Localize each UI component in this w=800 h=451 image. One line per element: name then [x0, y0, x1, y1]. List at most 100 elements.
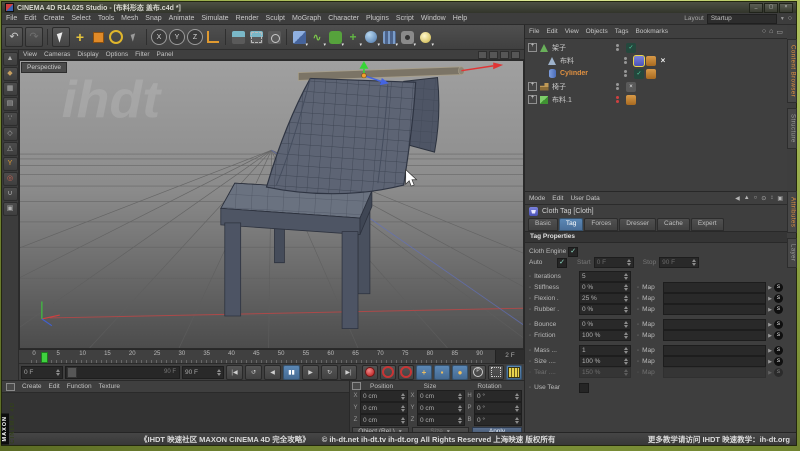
coordinate-system-icon[interactable] [205, 28, 221, 46]
property-value-field[interactable]: 0 % [579, 304, 631, 315]
maximize-button[interactable]: ▢ [764, 2, 778, 13]
orbit-icon[interactable] [489, 50, 498, 59]
dock-tab-attributes[interactable]: Attributes [786, 191, 797, 234]
cache-tag-icon[interactable] [646, 68, 656, 79]
dock-tab-content-browser[interactable]: Content Browser [786, 39, 797, 104]
frame-tick-45[interactable]: 45 [253, 351, 260, 363]
xcross-tag-icon[interactable]: × [626, 81, 636, 92]
play-loop-button[interactable]: ↻ [321, 364, 338, 380]
anim-dot-icon[interactable]: ◦ [637, 307, 639, 313]
map-field[interactable] [663, 345, 767, 356]
am-menu-user-data[interactable]: User Data [570, 195, 599, 202]
chevron-right-icon[interactable]: ▶ [768, 348, 772, 354]
render-settings-icon[interactable] [266, 28, 282, 46]
viewport[interactable]: ihdt Perspective [19, 60, 524, 349]
current-frame-field[interactable]: 2 F [495, 350, 524, 363]
render-region-icon[interactable] [248, 28, 264, 46]
rotate-icon[interactable] [108, 28, 124, 46]
object-name[interactable]: 布料.1 [552, 95, 614, 105]
anim-dot-icon[interactable]: ◦ [529, 307, 531, 313]
menu-window[interactable]: Window [421, 15, 446, 22]
undo-icon[interactable]: ↶ [5, 27, 23, 47]
render-view-icon[interactable] [230, 28, 246, 46]
chevron-right-icon[interactable]: ▶ [768, 333, 772, 339]
menu-help[interactable]: Help [453, 15, 467, 22]
coordinate-field-x[interactable]: 0 cm [417, 390, 465, 402]
map-field[interactable] [663, 356, 767, 367]
camera-icon[interactable]: ▾ [399, 28, 416, 48]
chevron-right-icon[interactable]: ▶ [768, 285, 772, 291]
points-mode-icon[interactable]: ∵ [2, 112, 18, 126]
chevron-right-icon[interactable]: ▶ [768, 359, 772, 365]
range-slider-handle[interactable] [67, 366, 77, 378]
om-menu-objects[interactable]: Objects [586, 28, 608, 35]
menu-script[interactable]: Script [396, 15, 414, 22]
material-menu-function[interactable]: Function [67, 383, 92, 390]
object-name[interactable]: Cylinder [560, 70, 622, 77]
property-value-field[interactable]: 5 [579, 271, 631, 282]
object-row-布料-1[interactable]: + 布料.1 [525, 93, 787, 106]
map-field[interactable] [663, 293, 767, 304]
z-axis-lock-icon[interactable]: Z [187, 28, 203, 46]
chevron-right-icon[interactable]: ▶ [768, 370, 772, 376]
am-menu-mode[interactable]: Mode [529, 195, 545, 202]
pan-icon[interactable] [478, 50, 487, 59]
material-menu-create[interactable]: Create [22, 383, 42, 390]
start-field[interactable]: 0 F [593, 257, 634, 268]
menu-create[interactable]: Create [43, 15, 64, 22]
coordinate-field-z[interactable]: 0 cm [360, 414, 408, 426]
om-menu-view[interactable]: View [565, 28, 579, 35]
tab-dresser[interactable]: Dresser [619, 218, 657, 231]
om-menu-edit[interactable]: Edit [546, 28, 557, 35]
panel-icon[interactable]: ▣ [777, 195, 783, 202]
spline-curve-icon[interactable]: s [774, 357, 783, 366]
property-value-field[interactable]: 25 % [579, 293, 631, 304]
menu-mograph[interactable]: MoGraph [292, 15, 321, 22]
timeline-range-slider[interactable]: 90 F [65, 365, 180, 379]
primitive-cube-icon[interactable]: ▾ [291, 28, 308, 48]
menu-edit[interactable]: Edit [24, 15, 36, 22]
nav-back-icon[interactable]: ◀ [735, 195, 740, 202]
viewport-menu-cameras[interactable]: Cameras [44, 51, 70, 58]
anim-dot-icon[interactable]: ◦ [529, 296, 531, 302]
visibility-dots[interactable] [614, 44, 620, 51]
timeline-ruler[interactable]: 0 5 10 15 20 25 30 35 40 45 50 55 60 65 70 75 80 85 90 2 F [19, 349, 524, 363]
home-icon[interactable]: ⌂ [769, 28, 773, 36]
check-tag-icon[interactable]: ✓ [634, 68, 644, 79]
key-rotation-button[interactable]: ● [452, 364, 468, 380]
toggle-view-icon[interactable] [511, 50, 520, 59]
frame-tick-25[interactable]: 25 [154, 351, 161, 363]
anim-dot-icon[interactable]: ◦ [637, 285, 639, 291]
anim-dot-icon[interactable]: ◦ [637, 348, 639, 354]
goto-start-button[interactable]: |◀ [226, 364, 243, 380]
om-menu-bookmarks[interactable]: Bookmarks [635, 28, 668, 35]
menu-tools[interactable]: Tools [98, 15, 114, 22]
anim-dot-icon[interactable]: ◦ [529, 370, 531, 376]
auto-checkbox[interactable]: ✓ [557, 257, 567, 268]
search-icon[interactable]: ○ [754, 195, 758, 202]
frame-tick-70[interactable]: 70 [377, 351, 384, 363]
menu-character[interactable]: Character [328, 15, 359, 22]
cache-tag-icon[interactable] [646, 55, 656, 66]
cache-tag-icon[interactable] [626, 94, 636, 105]
map-field[interactable] [663, 304, 767, 315]
anim-dot-icon[interactable]: ◦ [637, 370, 639, 376]
anim-dot-icon[interactable]: ◦ [529, 285, 531, 291]
visibility-dots[interactable] [614, 83, 620, 90]
menu-mesh[interactable]: Mesh [121, 15, 138, 22]
timeline-playhead[interactable] [41, 352, 49, 363]
cloth-engine-checkbox[interactable]: ✓ [568, 246, 579, 257]
sync-icon[interactable]: ↕ [770, 195, 773, 202]
stop-field[interactable]: 90 F [659, 257, 700, 268]
coordinate-field-z[interactable]: 0 cm [417, 414, 465, 426]
keyframe-selection-button[interactable] [398, 364, 414, 380]
anim-dot-icon[interactable]: ◦ [529, 385, 531, 391]
frame-tick-5[interactable]: 5 [55, 351, 61, 363]
am-menu-edit[interactable]: Edit [552, 195, 563, 202]
zoom-icon[interactable] [500, 50, 509, 59]
anim-dot-icon[interactable]: ◦ [529, 322, 531, 328]
anim-dot-icon[interactable]: ◦ [529, 274, 531, 280]
object-row-布料[interactable]: 布料 × [525, 54, 787, 67]
deformer-icon[interactable]: + ▾ [345, 28, 362, 48]
fix-tag-icon[interactable]: × [658, 56, 668, 66]
